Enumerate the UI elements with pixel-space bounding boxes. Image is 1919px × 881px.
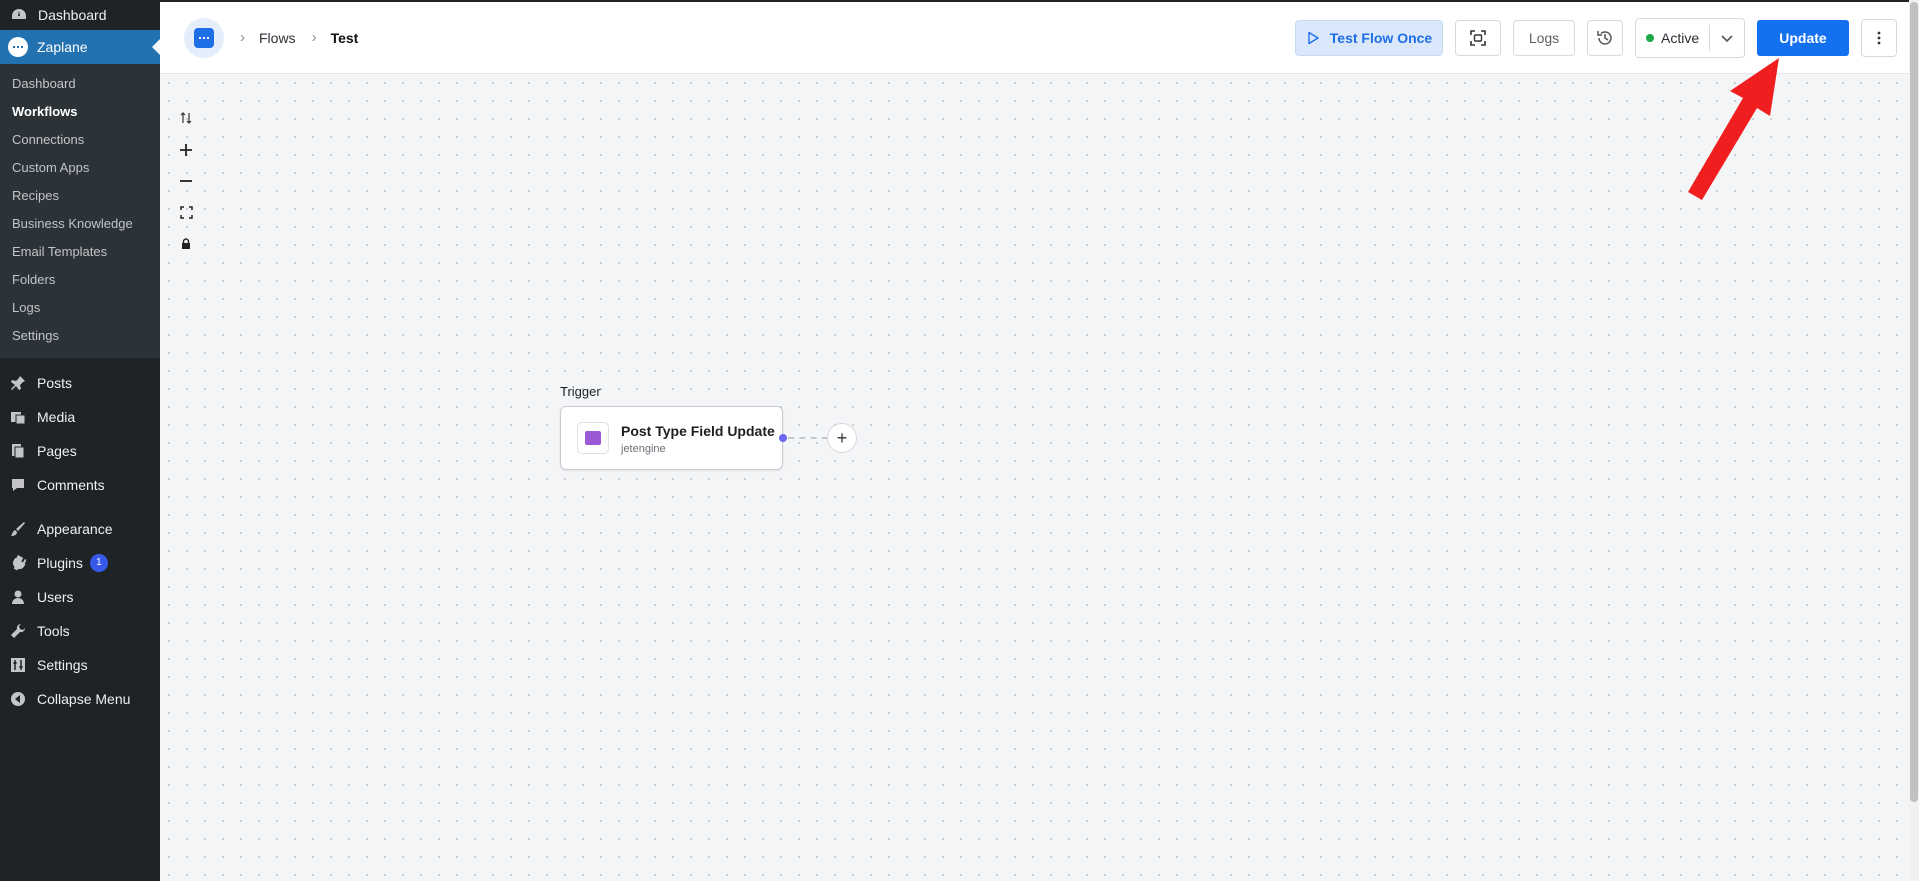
submenu-folders[interactable]: Folders: [0, 266, 160, 294]
zaplane-logo[interactable]: [184, 17, 224, 58]
trigger-node-title: Post Type Field Update: [621, 423, 775, 439]
status-dot: [1646, 34, 1654, 42]
paintbrush-icon: [9, 520, 27, 538]
wp-menu-tools[interactable]: Tools: [0, 614, 160, 648]
submenu-settings[interactable]: Settings: [0, 322, 160, 350]
trigger-node[interactable]: Post Type Field Update jetengine: [560, 406, 783, 470]
chevron-down-icon[interactable]: [1710, 31, 1744, 45]
vertical-dots-icon: [1877, 31, 1881, 45]
wp-main-menu: Posts Media Pages Comments Appearance Pl…: [0, 358, 160, 716]
fit-view-icon[interactable]: [178, 204, 194, 220]
media-icon: [9, 408, 27, 426]
wp-menu-zaplane-label: Zaplane: [37, 39, 88, 55]
zaplane-icon: [8, 37, 28, 57]
wp-menu-media-label: Media: [37, 409, 76, 425]
plugins-update-badge: 1: [89, 554, 108, 572]
wp-menu-plugins[interactable]: Plugins 1: [0, 546, 160, 580]
history-button[interactable]: [1587, 20, 1623, 56]
wp-menu-zaplane[interactable]: Zaplane: [0, 30, 160, 64]
node-output-handle[interactable]: [779, 434, 787, 442]
wp-menu-users[interactable]: Users: [0, 580, 160, 614]
wp-menu-appearance[interactable]: Appearance: [0, 512, 160, 546]
wp-menu-plugins-label: Plugins: [37, 555, 83, 571]
zoom-in-icon[interactable]: [178, 142, 194, 158]
history-icon: [1597, 31, 1612, 45]
collapse-arrow-icon: [9, 690, 27, 708]
wp-menu-comments-label: Comments: [37, 477, 105, 493]
submenu-business-knowledge[interactable]: Business Knowledge: [0, 210, 160, 238]
scan-icon: [1470, 30, 1486, 46]
scrollbar-thumb[interactable]: [1910, 2, 1918, 802]
submenu-logs[interactable]: Logs: [0, 294, 160, 322]
wp-menu-dashboard[interactable]: Dashboard: [0, 0, 160, 30]
lock-icon[interactable]: [178, 236, 194, 252]
jetengine-icon: [577, 422, 609, 454]
submenu-email-templates[interactable]: Email Templates: [0, 238, 160, 266]
play-icon: [1306, 31, 1320, 45]
topbar-actions: Test Flow Once Logs Active Update: [1295, 2, 1909, 74]
zoom-out-icon[interactable]: [178, 173, 194, 189]
submenu-connections[interactable]: Connections: [0, 126, 160, 154]
trigger-label: Trigger: [560, 384, 601, 399]
wp-menu-appearance-label: Appearance: [37, 521, 113, 537]
dashboard-gauge-icon: [10, 6, 28, 24]
trigger-node-subtitle: jetengine: [621, 443, 666, 455]
submenu-recipes[interactable]: Recipes: [0, 182, 160, 210]
chevron-right-icon: ›: [311, 29, 317, 46]
test-flow-once-label: Test Flow Once: [1329, 30, 1433, 46]
settings-sliders-icon: [9, 656, 27, 674]
vertical-scrollbar[interactable]: [1909, 0, 1919, 881]
wp-menu-posts-label: Posts: [37, 375, 73, 391]
annotation-arrow-icon: [1688, 58, 1779, 200]
wrench-icon: [9, 622, 27, 640]
submenu-dashboard[interactable]: Dashboard: [0, 70, 160, 98]
wp-admin-sidebar: Dashboard Zaplane Dashboard Workflows Co…: [0, 0, 160, 881]
wp-menu-pages[interactable]: Pages: [0, 434, 160, 468]
user-icon: [9, 588, 27, 606]
zaplane-submenu: Dashboard Workflows Connections Custom A…: [0, 64, 160, 358]
wp-menu-collapse-label: Collapse Menu: [37, 691, 131, 707]
logs-button[interactable]: Logs: [1513, 20, 1575, 56]
submenu-workflows[interactable]: Workflows: [0, 98, 160, 126]
wp-menu-settings-label: Settings: [37, 657, 88, 673]
node-connector-line: [788, 437, 828, 439]
wp-menu-posts[interactable]: Posts: [0, 366, 160, 400]
pin-icon: [9, 374, 27, 392]
flow-canvas[interactable]: Trigger Post Type Field Update jetengine…: [160, 74, 1909, 881]
wp-menu-dashboard-label: Dashboard: [38, 7, 107, 23]
plug-icon: [9, 554, 27, 572]
wp-menu-collapse[interactable]: Collapse Menu: [0, 682, 160, 716]
flow-editor-topbar: › Flows › Test Test Flow Once Logs Activ…: [160, 0, 1909, 74]
status-label: Active: [1661, 30, 1700, 46]
wp-menu-media[interactable]: Media: [0, 400, 160, 434]
chevron-right-icon: ›: [240, 29, 245, 46]
wp-menu-pages-label: Pages: [37, 443, 77, 459]
submenu-custom-apps[interactable]: Custom Apps: [0, 154, 160, 182]
wp-menu-settings[interactable]: Settings: [0, 648, 160, 682]
wp-menu-comments[interactable]: Comments: [0, 468, 160, 502]
more-options-button[interactable]: [1861, 19, 1897, 57]
breadcrumb-current: Test: [330, 29, 359, 46]
test-flow-once-button[interactable]: Test Flow Once: [1295, 20, 1443, 56]
pages-icon: [9, 442, 27, 460]
add-step-button[interactable]: +: [827, 423, 857, 453]
wp-menu-users-label: Users: [37, 589, 74, 605]
wp-menu-tools-label: Tools: [37, 623, 70, 639]
swap-layout-icon[interactable]: [178, 110, 194, 126]
breadcrumb-flows[interactable]: Flows: [259, 30, 296, 46]
screenshot-button[interactable]: [1455, 20, 1501, 56]
comment-icon: [9, 476, 27, 494]
status-display: Active: [1636, 25, 1710, 51]
